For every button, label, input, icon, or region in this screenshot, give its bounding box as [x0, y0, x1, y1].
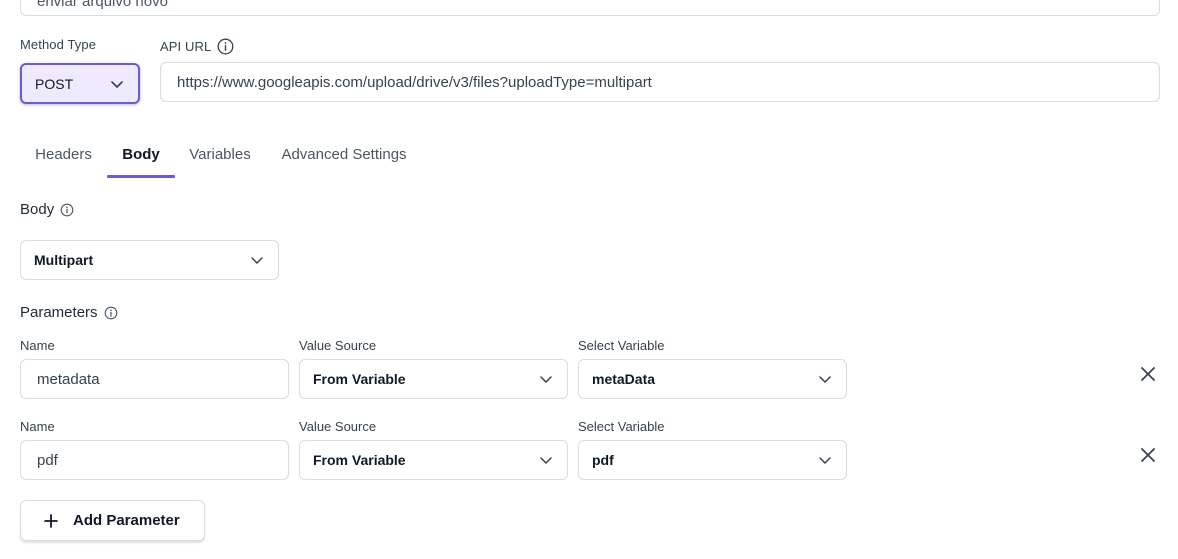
param-name-input[interactable]: metadata	[20, 359, 289, 399]
add-parameter-button[interactable]: Add Parameter	[20, 500, 205, 541]
chevron-down-icon	[251, 257, 263, 264]
body-section-title: Body	[20, 201, 74, 218]
param-select-variable-value: pdf	[592, 452, 614, 468]
close-icon	[1141, 367, 1155, 381]
param-value-source-select[interactable]: From Variable	[299, 359, 568, 399]
param-select-variable-select[interactable]: pdf	[578, 440, 847, 480]
param-value-source-value: From Variable	[313, 452, 406, 468]
param-select-variable-value: metaData	[592, 371, 656, 387]
add-parameter-label: Add Parameter	[73, 512, 180, 529]
api-url-value: https://www.googleapis.com/upload/drive/…	[177, 73, 652, 91]
api-url-label: API URL	[160, 39, 212, 54]
param-value-source-label: Value Source	[299, 419, 377, 434]
parameters-section-title: Parameters	[20, 304, 118, 321]
param-name-label: Name	[20, 338, 55, 353]
chevron-down-icon	[819, 376, 831, 383]
body-type-value: Multipart	[34, 252, 94, 268]
chevron-down-icon	[819, 457, 831, 464]
chevron-down-icon	[111, 80, 123, 88]
param-name-label: Name	[20, 419, 55, 434]
request-name-value: enviar arquivo novo	[37, 0, 168, 10]
info-icon[interactable]	[60, 203, 74, 217]
request-name-input[interactable]: enviar arquivo novo	[20, 0, 1160, 16]
method-type-select[interactable]: POST	[20, 63, 140, 104]
param-select-variable-label: Select Variable	[578, 338, 665, 353]
param-value-source-label: Value Source	[299, 338, 377, 353]
param-name-value: pdf	[37, 451, 58, 469]
tab-advanced-settings[interactable]: Advanced Settings	[265, 130, 423, 178]
info-icon[interactable]	[217, 38, 234, 55]
remove-parameter-button[interactable]	[1136, 362, 1160, 386]
info-icon[interactable]	[104, 306, 118, 320]
param-value-source-select[interactable]: From Variable	[299, 440, 568, 480]
parameters-title: Parameters	[20, 304, 98, 321]
close-icon	[1141, 448, 1155, 462]
method-type-label: Method Type	[20, 37, 97, 52]
param-select-variable-label: Select Variable	[578, 419, 665, 434]
tab-headers[interactable]: Headers	[20, 130, 107, 178]
chevron-down-icon	[540, 457, 552, 464]
tab-body[interactable]: Body	[107, 130, 175, 178]
remove-parameter-button[interactable]	[1136, 443, 1160, 467]
param-name-value: metadata	[37, 370, 100, 388]
param-name-input[interactable]: pdf	[20, 440, 289, 480]
tab-variables[interactable]: Variables	[175, 130, 265, 178]
plus-icon	[44, 513, 58, 528]
active-tab-indicator	[107, 175, 175, 178]
api-url-input[interactable]: https://www.googleapis.com/upload/drive/…	[160, 62, 1160, 102]
body-type-select[interactable]: Multipart	[20, 240, 279, 280]
param-select-variable-select[interactable]: metaData	[578, 359, 847, 399]
body-title: Body	[20, 201, 55, 218]
chevron-down-icon	[540, 376, 552, 383]
param-value-source-value: From Variable	[313, 371, 406, 387]
api-url-label-group: API URL	[160, 38, 234, 55]
method-type-value: POST	[35, 75, 74, 92]
